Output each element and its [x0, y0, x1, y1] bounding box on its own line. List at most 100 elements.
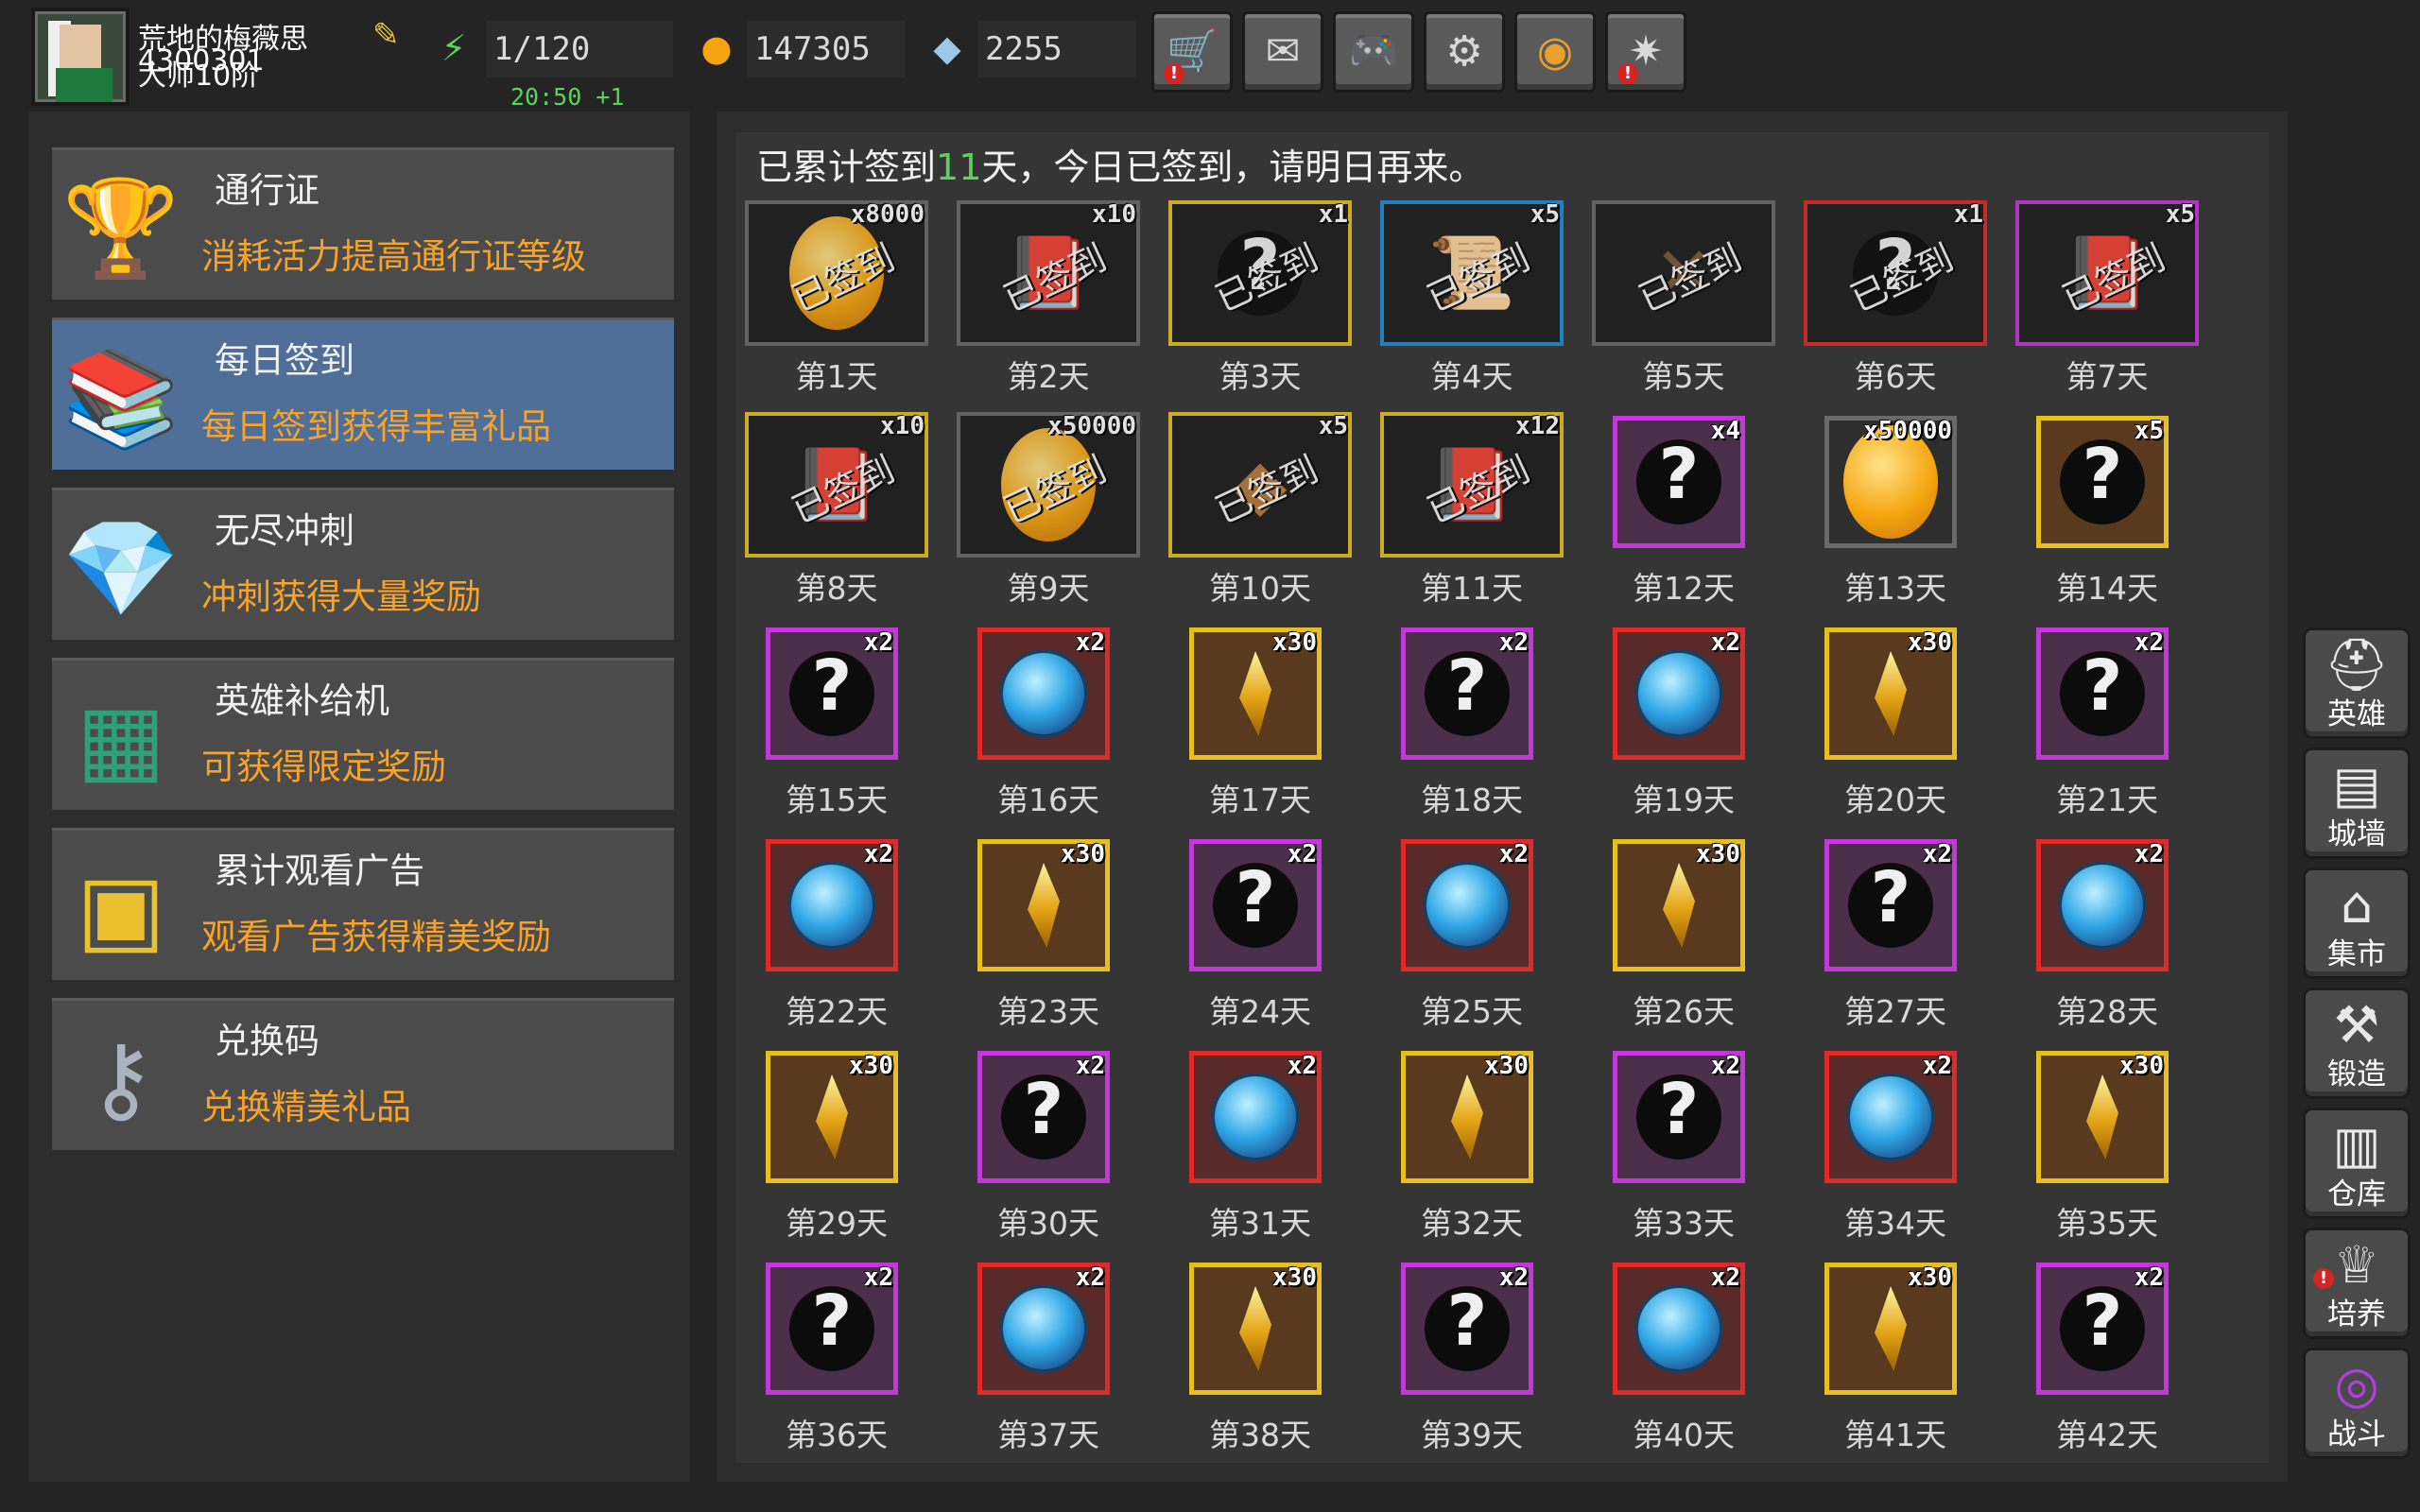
side-nav-warehouse[interactable]: ▥ 仓库 [2303, 1108, 2411, 1219]
reward-cell[interactable]: x30 第20天 [1804, 624, 1987, 822]
blue-orb-icon [1003, 1288, 1084, 1369]
reward-cell[interactable]: ? x2 第18天 [1380, 624, 1564, 822]
reward-cell[interactable]: x30 第29天 [745, 1047, 928, 1246]
reward-cell[interactable]: x30 第32天 [1380, 1047, 1564, 1246]
diamond-plus-icon[interactable]: ◆ [926, 26, 968, 70]
reward-slot: x2 [1189, 1051, 1322, 1183]
mail-button[interactable]: ✉ [1242, 11, 1323, 93]
reward-cell[interactable]: x2 第22天 [745, 835, 928, 1034]
reward-slot: x2 [1613, 627, 1745, 760]
reward-cell[interactable]: ? x2 第21天 [2015, 624, 2199, 822]
day-label: 第20天 [1844, 782, 1946, 818]
reward-cell[interactable]: x50000 已签到 第9天 [957, 412, 1140, 610]
reward-quantity: x2 [863, 628, 893, 657]
side-nav-label: 城墙 [2327, 817, 2386, 851]
reward-cell[interactable]: ? x2 第39天 [1380, 1259, 1564, 1457]
reward-slot: ? x2 [1613, 1051, 1745, 1183]
side-nav-helmet[interactable]: ⛑ 英雄 [2303, 627, 2411, 739]
player-avatar[interactable] [31, 8, 130, 106]
reward-cell[interactable]: x2 第40天 [1592, 1259, 1775, 1457]
reward-cell[interactable]: 📕 x10 已签到 第8天 [745, 412, 928, 610]
reward-quantity: x2 [1710, 1263, 1740, 1292]
reward-cell[interactable]: x2 第25天 [1380, 835, 1564, 1034]
reward-quantity: x2 [2134, 840, 2164, 868]
reward-cell[interactable]: x2 第34天 [1804, 1047, 1987, 1246]
reward-slot: x30 [977, 839, 1110, 971]
side-nav-anvil[interactable]: ⚒ 锻造 [2303, 988, 2411, 1099]
mystery-icon: ? [1848, 863, 1933, 948]
reward-quantity: x30 [1484, 1052, 1529, 1080]
mystery-icon: ? [1425, 651, 1510, 736]
menu-item-watch-ads[interactable]: ▣ 累计观看广告 观看广告获得精美奖励 [52, 828, 674, 980]
reward-slot: x50000 已签到 [957, 412, 1140, 558]
reward-cell[interactable]: ? x4 第12天 [1592, 412, 1775, 610]
reward-cell[interactable]: ? x2 第30天 [957, 1047, 1140, 1246]
reward-cell[interactable]: x30 第41天 [1804, 1259, 1987, 1457]
menu-item-daily-signin[interactable]: 📚 每日签到 每日签到获得丰富礼品 [52, 318, 674, 470]
mystery-icon: ? [2060, 439, 2145, 524]
menu-item-endless-sprint[interactable]: 💎 无尽冲刺 冲刺获得大量奖励 [52, 488, 674, 640]
reward-cell[interactable]: ✕ 已签到 第5天 [1592, 200, 1775, 399]
reward-quantity: x2 [1075, 1052, 1105, 1080]
reward-cell[interactable]: ◆ x5 已签到 第10天 [1168, 412, 1352, 610]
side-nav-chalice[interactable]: ♕ 培养! [2303, 1228, 2411, 1339]
gold-coin-plus-icon[interactable]: ● [696, 26, 737, 70]
lightning-plus-icon[interactable]: ⚡ [433, 26, 475, 70]
reward-cell[interactable]: 📜 x5 已签到 第4天 [1380, 200, 1564, 399]
reward-cell[interactable]: x30 第38天 [1168, 1259, 1352, 1457]
reward-cell[interactable]: ? x2 第42天 [2015, 1259, 2199, 1457]
reward-cell[interactable]: x50000 第13天 [1804, 412, 1987, 610]
color-wheel-button[interactable]: ◉ [1514, 11, 1596, 93]
reward-cell[interactable]: ? x2 第27天 [1804, 835, 1987, 1034]
day-label: 第38天 [1209, 1417, 1311, 1453]
reward-cell[interactable]: ? x2 第15天 [745, 624, 928, 822]
reward-cell[interactable]: ? x2 第24天 [1168, 835, 1352, 1034]
energy-counter: 1/120 [486, 21, 673, 77]
reward-cell[interactable]: ? x2 第36天 [745, 1259, 928, 1457]
menu-item-pass[interactable]: 🏆 通行证 消耗活力提高通行证等级 [52, 147, 674, 300]
settings-button[interactable]: ⚙ [1424, 11, 1505, 93]
energy-value: 1/120 [493, 30, 591, 68]
reward-cell[interactable]: ? x5 第14天 [2015, 412, 2199, 610]
mystery-icon: ? [1001, 1074, 1086, 1160]
reward-quantity: x30 [2119, 1052, 2164, 1080]
reward-quantity: x2 [1710, 628, 1740, 657]
day-label: 第40天 [1633, 1417, 1735, 1453]
wall-icon: ▤ [2332, 755, 2381, 815]
mystery-icon: ? [1213, 863, 1298, 948]
reward-cell[interactable]: ? x1 已签到 第3天 [1168, 200, 1352, 399]
event-menu-panel: 🏆 通行证 消耗活力提高通行证等级 📚 每日签到 每日签到获得丰富礼品 💎 无尽… [28, 112, 690, 1482]
reward-cell[interactable]: x30 第17天 [1168, 624, 1352, 822]
edit-icon[interactable]: ✎ [372, 19, 405, 51]
reward-cell[interactable]: x30 第23天 [957, 835, 1140, 1034]
blue-orb-icon [1426, 865, 1508, 946]
reward-cell[interactable]: x2 第28天 [2015, 835, 2199, 1034]
reward-cell[interactable]: 📕 x10 已签到 第2天 [957, 200, 1140, 399]
reward-cell[interactable]: x8000 已签到 第1天 [745, 200, 928, 399]
reward-cell[interactable]: x2 第31天 [1168, 1047, 1352, 1246]
reward-cell[interactable]: x30 第26天 [1592, 835, 1775, 1034]
reward-cell[interactable]: 📕 x5 已签到 第7天 [2015, 200, 2199, 399]
side-nav-market-stall[interactable]: ⌂ 集市 [2303, 868, 2411, 979]
reward-cell[interactable]: x2 第37天 [957, 1259, 1140, 1457]
reward-slot: ? x2 [766, 1263, 898, 1395]
fireworks-button[interactable]: ✷! [1605, 11, 1686, 93]
reward-quantity: x2 [1710, 1052, 1740, 1080]
reward-quantity: x2 [2134, 628, 2164, 657]
reward-slot: x30 [1401, 1051, 1533, 1183]
menu-item-redeem-code[interactable]: ⚷ 兑换码 兑换精美礼品 [52, 998, 674, 1150]
reward-cell[interactable]: x2 第19天 [1592, 624, 1775, 822]
reward-cell[interactable]: 📕 x12 已签到 第11天 [1380, 412, 1564, 610]
reward-cell[interactable]: ? x2 第33天 [1592, 1047, 1775, 1246]
reward-cell[interactable]: x30 第35天 [2015, 1047, 2199, 1246]
reward-slot: 📜 x5 已签到 [1380, 200, 1564, 346]
reward-cell[interactable]: ? x1 已签到 第6天 [1804, 200, 1987, 399]
supply-machine-icon: ▦ [76, 683, 166, 794]
menu-item-hero-supply[interactable]: ▦ 英雄补给机 可获得限定奖励 [52, 658, 674, 810]
side-nav-portal[interactable]: ◎ 战斗 [2303, 1348, 2411, 1459]
gamepad-button[interactable]: 🎮 [1333, 11, 1414, 93]
shop-button[interactable]: 🛒! [1151, 11, 1233, 93]
reward-cell[interactable]: x2 第16天 [957, 624, 1140, 822]
side-nav-wall[interactable]: ▤ 城墙 [2303, 747, 2411, 859]
menu-item-title: 兑换码 [215, 1021, 320, 1061]
